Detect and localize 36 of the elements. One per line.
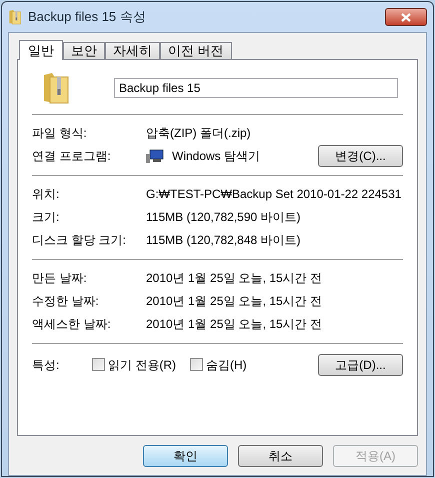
property-value: 2010년 1월 25일 오늘, 15시간 전 (146, 270, 322, 286)
attributes-label: 특성: (32, 356, 60, 374)
zip-folder-icon (42, 71, 70, 105)
property-label: 액세스한 날짜: (32, 316, 112, 332)
property-value: 압축(ZIP) 폴더(.zip) (146, 124, 251, 142)
property-label: 만든 날짜: (32, 270, 88, 286)
tab[interactable]: 보안 (63, 42, 105, 59)
checkbox[interactable]: 읽기 전용(R) (92, 356, 176, 374)
change-button[interactable]: 변경(C)... (318, 144, 403, 166)
property-value: 115MB (120,782,590 바이트) (146, 208, 301, 226)
tab[interactable]: 이전 버전 (160, 42, 232, 59)
property-label: 크기: (32, 208, 60, 226)
checkbox[interactable]: 숨김(H) (190, 356, 247, 374)
property-value: Windows 탐색기 (172, 148, 262, 164)
property-value: 2010년 1월 25일 오늘, 15시간 전 (146, 292, 322, 310)
advanced-button[interactable]: 고급(D)... (318, 354, 403, 376)
window-title: Backup files 15 속성 (28, 8, 146, 26)
property-value: G:₩TEST-PC₩Backup Set 2010-01-22 224531 (146, 186, 402, 202)
property-label: 위치: (32, 186, 60, 202)
close-button[interactable] (385, 8, 427, 26)
dialog-button[interactable]: 취소 (238, 445, 323, 467)
folder-icon (8, 9, 22, 25)
checkbox-square[interactable] (190, 358, 203, 371)
property-label: 연결 프로그램: (32, 148, 112, 164)
property-value: 115MB (120,782,848 바이트) (146, 232, 301, 248)
tab[interactable]: 자세히 (105, 42, 160, 59)
computer-icon (146, 148, 164, 162)
property-value: 2010년 1월 25일 오늘, 15시간 전 (146, 316, 322, 332)
property-label: 수정한 날짜: (32, 292, 100, 310)
close-icon (401, 12, 411, 22)
property-label: 파일 형식: (32, 124, 88, 142)
tab[interactable]: 일반 (19, 40, 63, 60)
dialog-button[interactable]: 확인 (143, 445, 228, 467)
checkbox-square[interactable] (92, 358, 105, 371)
property-label: 디스크 할당 크기: (32, 232, 128, 248)
name-field[interactable]: Backup files 15 (114, 78, 398, 98)
